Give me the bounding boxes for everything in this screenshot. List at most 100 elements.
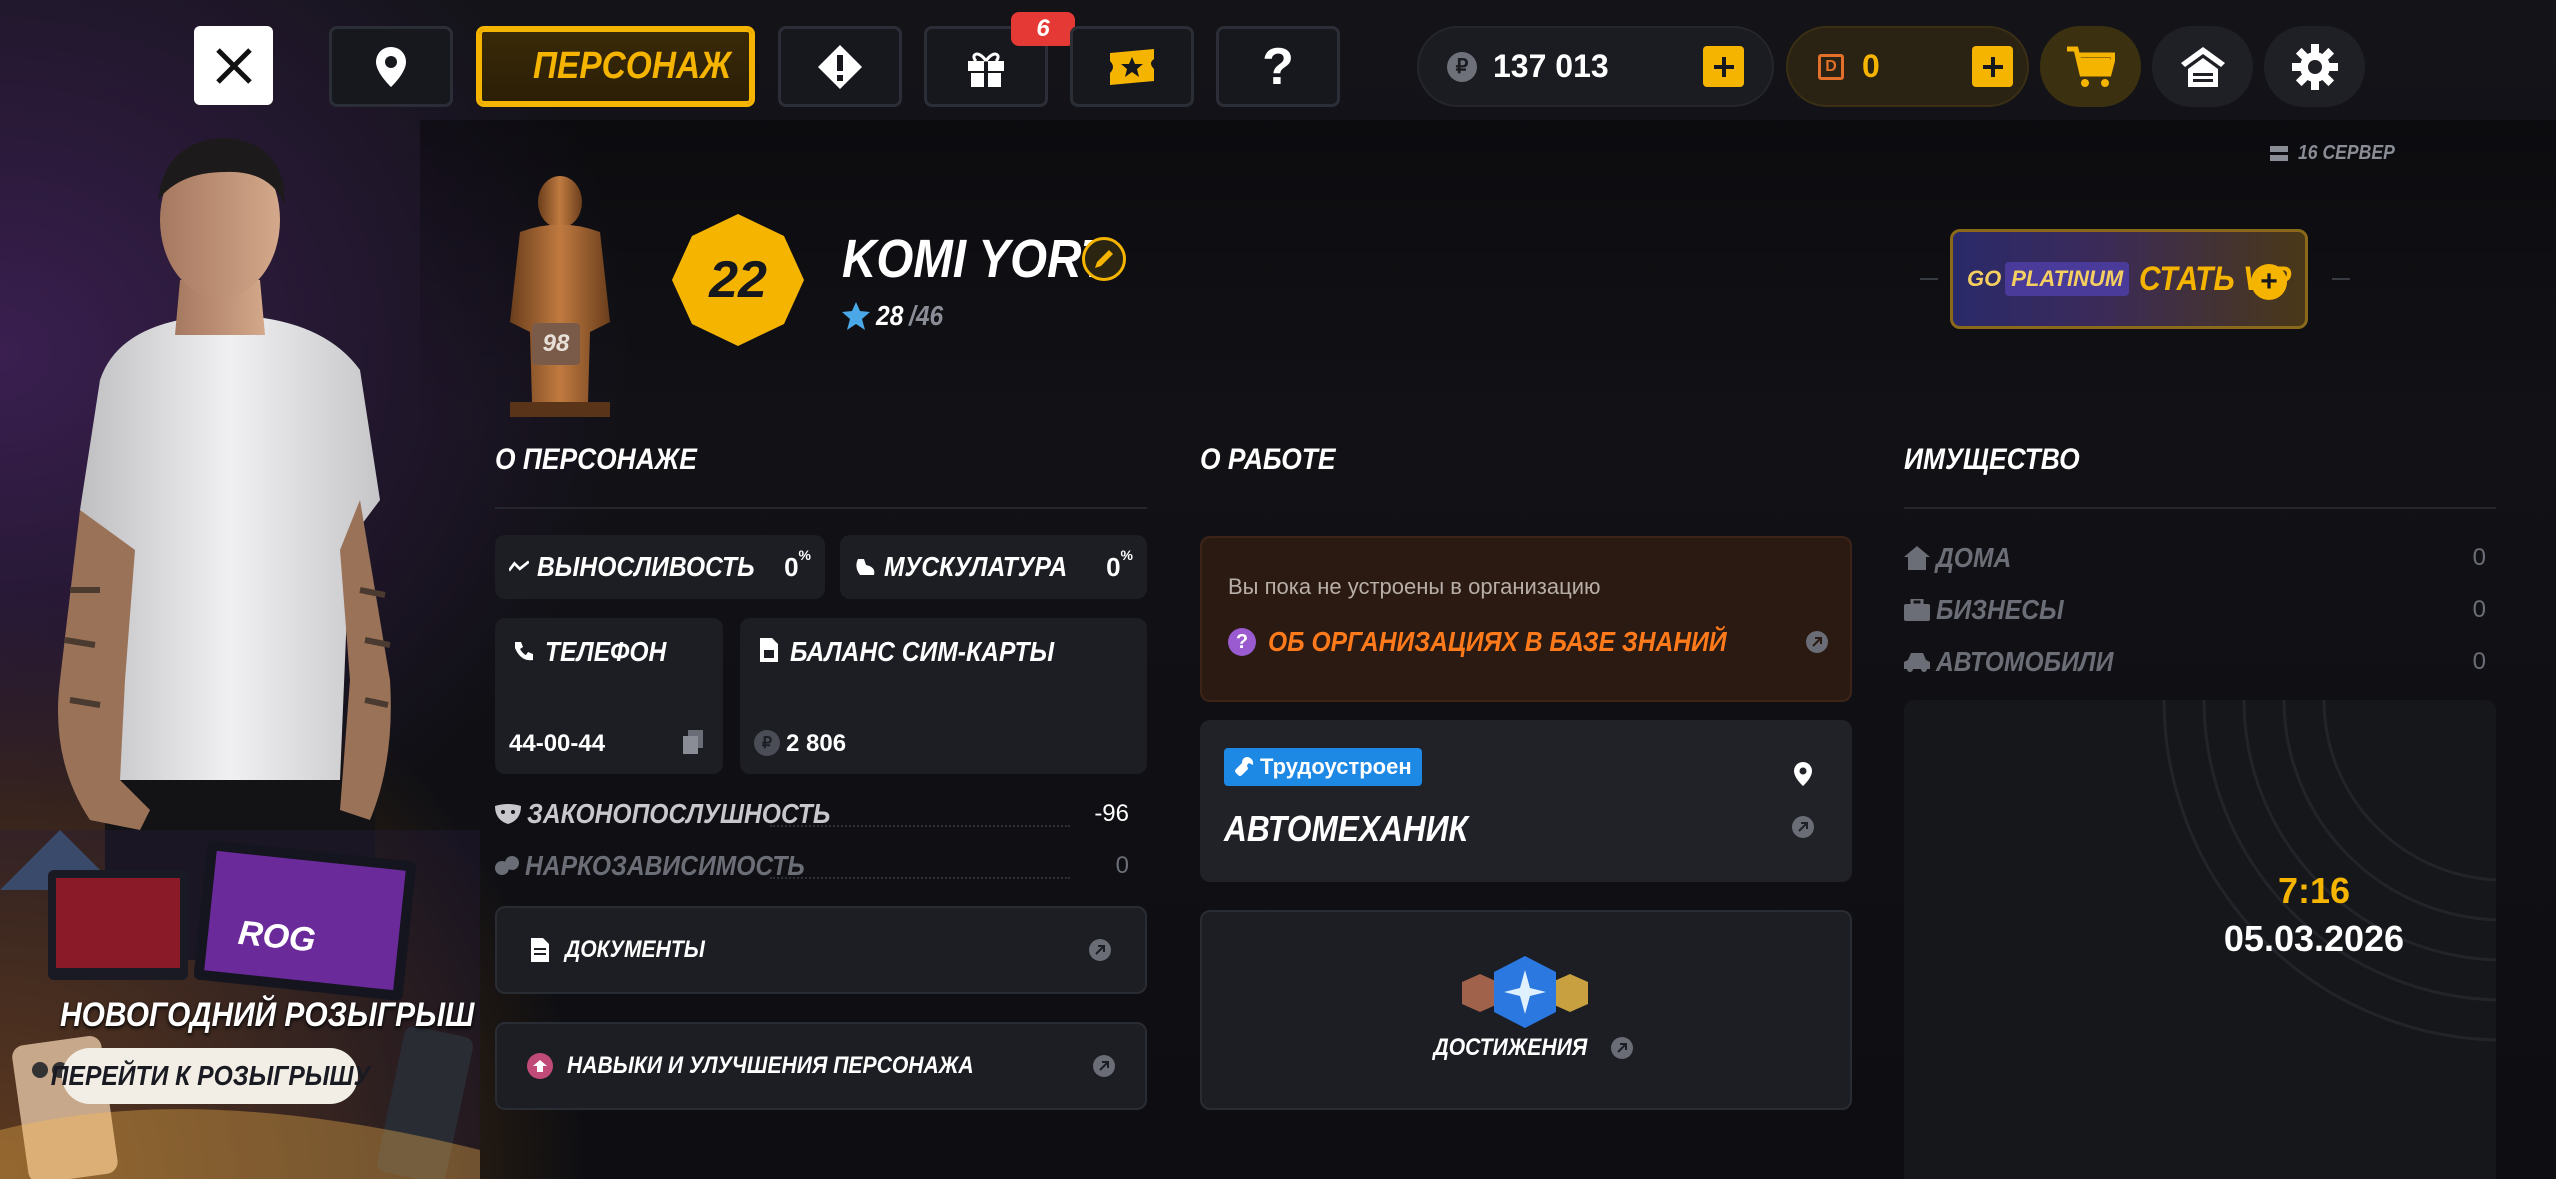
add-donate-button[interactable]: [1972, 46, 2013, 87]
employed-label: Трудоустроен: [1260, 754, 1412, 779]
arrow-icon: [1611, 1037, 1634, 1059]
drug-row: НАРКОЗАВИСИМОСТЬ 0: [495, 844, 1147, 888]
employed-badge: Трудоустроен: [1224, 748, 1422, 786]
cars-row: АВТОМОБИЛИ 0: [1904, 642, 2486, 682]
phone-card: ТЕЛЕФОН 44-00-44: [495, 618, 723, 774]
drug-label: НАРКОЗАВИСИМОСТЬ: [525, 850, 805, 881]
house-icon: [1904, 546, 1930, 570]
car-icon: [1904, 653, 1930, 672]
gift-icon: [968, 52, 1004, 87]
donate-coin-icon: D: [1818, 53, 1844, 80]
donate-balance: D 0: [1786, 26, 2029, 107]
giveaway-button-label: ПЕРЕЙТИ К РОЗЫГРЫШУ: [50, 1060, 370, 1091]
edit-name-button[interactable]: [1082, 237, 1126, 281]
drug-dots: [770, 877, 1070, 879]
sim-balance-card: БАЛАНС СИМ-КАРТЫ ₽ 2 806: [740, 618, 1147, 774]
ticket-star-icon: [1110, 48, 1154, 85]
vip-divider-right: [2332, 278, 2350, 280]
question-icon: ?: [1262, 37, 1294, 96]
job-card[interactable]: Трудоустроен АВТОМЕХАНИК: [1200, 720, 1852, 882]
achievements-icon: [1462, 956, 1588, 1028]
reports-tab-button[interactable]: [778, 26, 902, 107]
tab-character[interactable]: ПЕРСОНАЖ: [476, 26, 755, 107]
experience: 28 /46: [842, 300, 948, 332]
close-icon: [215, 47, 252, 84]
job-name: АВТОМЕХАНИК: [1224, 808, 1469, 849]
drug-value: 0: [1115, 852, 1129, 879]
help-tab-button[interactable]: ?: [1216, 26, 1340, 107]
close-button[interactable]: [194, 26, 273, 105]
skills-icon: [527, 1053, 553, 1079]
endurance-value: 0: [784, 551, 799, 582]
clock-date: 05.03.2026: [2223, 918, 2405, 959]
endurance-icon: [509, 560, 529, 572]
document-icon: [531, 938, 549, 962]
tab-character-label: ПЕРСОНАЖ: [533, 45, 732, 87]
location-pin-icon[interactable]: [1794, 762, 1812, 786]
rewards-tab-button[interactable]: [1070, 26, 1194, 107]
businesses-label: БИЗНЕСЫ: [1936, 594, 2064, 625]
rubles-amount: 137 013: [1493, 48, 1609, 84]
knowledge-base-link[interactable]: ? ОБ ОРГАНИЗАЦИЯХ В БАЗЕ ЗНАНИЙ: [1228, 626, 1828, 658]
arrow-icon: [1792, 816, 1814, 838]
arrow-icon: [1089, 939, 1111, 961]
map-tab-button[interactable]: [329, 26, 453, 107]
copy-icon[interactable]: [683, 730, 703, 754]
plus-icon: [1982, 56, 2003, 77]
giveaway-banner[interactable]: ROG НОВОГОДНИЙ РОЗЫГРЫШ ПЕРЕЙТИ К РОЗЫГР…: [0, 830, 480, 1179]
sim-ruble-icon: ₽: [754, 730, 780, 756]
exp-total: /46: [909, 300, 944, 331]
statue-badge: 98: [532, 323, 580, 365]
add-rubles-button[interactable]: [1703, 46, 1744, 87]
exp-current: 28: [876, 300, 904, 331]
map-pin-icon: [376, 46, 406, 87]
level-value: 22: [709, 251, 767, 309]
houses-row: ДОМА 0: [1904, 538, 2486, 578]
law-row: ЗАКОНОПОСЛУШНОСТЬ -96: [495, 792, 1147, 836]
settings-button[interactable]: [2264, 26, 2365, 107]
server-label: 16 СЕРВЕР: [2298, 142, 2395, 164]
gifts-count-badge: 6: [1011, 12, 1075, 46]
become-vip-button[interactable]: GO PLATINUM СТАТЬ VIP +: [1950, 229, 2308, 329]
pills-icon: [495, 856, 519, 875]
law-value: -96: [1094, 800, 1129, 827]
exp-star-icon: [842, 302, 870, 330]
clock-time: 7:16: [2277, 870, 2351, 911]
endurance-percent: %: [798, 547, 811, 563]
documents-button[interactable]: ДОКУМЕНТЫ: [495, 906, 1147, 994]
cars-label: АВТОМОБИЛИ: [1936, 646, 2114, 677]
endurance-card: ВЫНОСЛИВОСТЬ 0 %: [495, 535, 825, 599]
muscle-value: 0: [1106, 551, 1121, 582]
question-circle-icon: ?: [1228, 628, 1256, 656]
property-section-title: ИМУЩЕСТВО: [1904, 443, 2080, 476]
muscle-icon: [856, 559, 875, 575]
sim-balance-label: БАЛАНС СИМ-КАРТЫ: [790, 636, 1055, 667]
player-name: KOMI YORT: [842, 229, 1110, 289]
no-organization-card: Вы пока не устроены в организацию ? ОБ О…: [1200, 536, 1852, 702]
vip-plus-icon: +: [2251, 264, 2287, 300]
law-dots: [770, 825, 1070, 827]
cars-value: 0: [2472, 648, 2486, 675]
home-button[interactable]: [2152, 26, 2253, 107]
shop-button[interactable]: [2040, 26, 2141, 107]
giveaway-title: НОВОГОДНИЙ РОЗЫГРЫШ: [60, 996, 475, 1034]
wrench-icon: [1235, 757, 1254, 776]
property-title-line: [1904, 507, 2496, 509]
muscle-percent: %: [1120, 547, 1133, 563]
server-icon: [2270, 145, 2288, 161]
houses-value: 0: [2472, 544, 2486, 571]
achievements-card[interactable]: ДОСТИЖЕНИЯ: [1200, 910, 1852, 1110]
no-organization-text: Вы пока не устроены в организацию: [1228, 574, 1601, 599]
cart-icon: [2066, 46, 2115, 87]
work-section-title: О РАБОТЕ: [1200, 443, 1336, 476]
vip-brand: GO: [1967, 266, 2002, 291]
home-icon: [2180, 46, 2225, 87]
giveaway-button[interactable]: ПЕРЕЙТИ К РОЗЫГРЫШУ: [50, 1048, 370, 1104]
muscle-card: МУСКУЛАТУРА 0 %: [840, 535, 1147, 599]
skills-label: НАВЫКИ И УЛУЧШЕНИЯ ПЕРСОНАЖА: [567, 1052, 974, 1079]
phone-number: 44-00-44: [509, 730, 606, 757]
clock-card: 7:16 05.03.2026: [1904, 700, 2496, 1179]
endurance-label: ВЫНОСЛИВОСТЬ: [536, 551, 755, 582]
skills-button[interactable]: НАВЫКИ И УЛУЧШЕНИЯ ПЕРСОНАЖА: [495, 1022, 1147, 1110]
phone-label: ТЕЛЕФОН: [545, 636, 667, 667]
